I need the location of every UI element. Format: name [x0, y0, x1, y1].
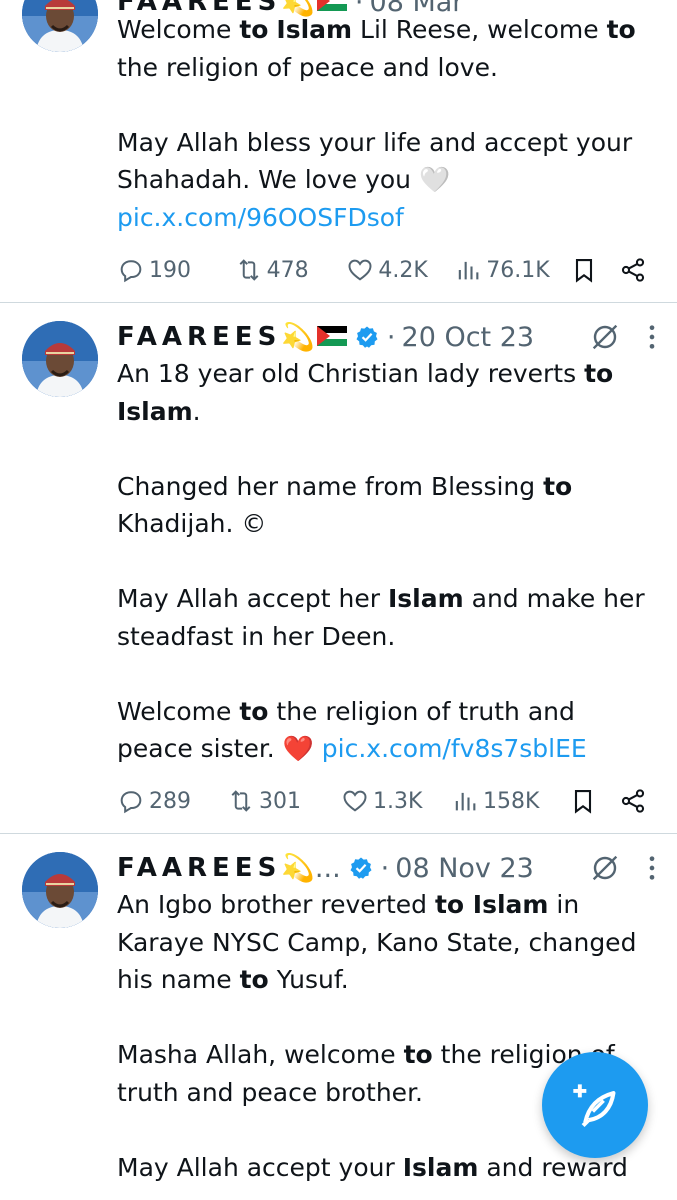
- highlighted-keyword: to: [239, 965, 269, 994]
- media-link[interactable]: pic.x.com/96OOSFDsof: [117, 203, 404, 232]
- compose-post-icon: [573, 1084, 616, 1128]
- repost-icon: [239, 259, 259, 281]
- compose-post-button[interactable]: [542, 1052, 648, 1158]
- tweet-paragraph: May Allah accept your Islam and reward: [117, 1149, 649, 1187]
- like-button[interactable]: 4.2K: [346, 256, 454, 284]
- tweet-header: FAAREES 💫... · 08 Nov 23: [117, 848, 657, 888]
- views-button[interactable]: 76.1K: [454, 256, 570, 284]
- highlighted-keyword: Islam: [402, 1152, 479, 1182]
- text-segment: An 18 year old Christian lady reverts: [117, 359, 585, 388]
- reply-icon: [120, 791, 142, 814]
- tweet-1[interactable]: FAAREES 💫 · 08 Mar Welcome to Islam Lil …: [0, 0, 677, 302]
- share-button[interactable]: [619, 787, 647, 815]
- highlighted-keyword: to: [239, 15, 269, 44]
- highlighted-keyword: to Islam: [434, 890, 549, 919]
- author-emoji: 💫...: [281, 853, 341, 884]
- text-segment: May Allah bless your life and accept you…: [117, 127, 633, 195]
- tweet-paragraph: An Igbo brother reverted to Islam in Kar…: [117, 886, 649, 999]
- highlighted-keyword: to: [403, 1040, 433, 1069]
- more-vertical-icon[interactable]: [647, 323, 657, 351]
- more-vertical-icon[interactable]: [647, 854, 657, 882]
- header-separator: ·: [386, 321, 396, 353]
- tweet-text[interactable]: An 18 year old Christian lady reverts to…: [117, 355, 649, 768]
- palestine-flag-icon: [316, 322, 347, 353]
- avatar[interactable]: [22, 321, 98, 397]
- tweet-actions: 289 301 1.3K 158K: [117, 781, 647, 821]
- views-chart-icon: [455, 792, 476, 811]
- heart-icon: [348, 259, 372, 281]
- bookmark-icon: [574, 790, 592, 814]
- bookmark-icon: [575, 259, 593, 283]
- verified-badge-icon: [356, 326, 378, 348]
- highlighted-keyword: to: [543, 471, 573, 501]
- tweet-paragraph: An 18 year old Christian lady reverts to…: [117, 355, 649, 430]
- bookmark-button[interactable]: [569, 787, 619, 815]
- like-count: 1.3K: [373, 788, 423, 814]
- text-segment: May Allah accept your: [117, 1152, 403, 1182]
- text-segment: Welcome: [117, 696, 240, 726]
- author-name[interactable]: FAAREES: [117, 322, 281, 352]
- reply-count: 190: [149, 257, 191, 283]
- share-icon: [621, 789, 645, 813]
- text-segment: An Igbo brother reverted: [117, 890, 435, 919]
- verified-badge-icon: [350, 857, 372, 879]
- post-date[interactable]: 08 Nov 23: [395, 853, 534, 884]
- text-segment: Yusuf.: [268, 965, 349, 994]
- reply-button[interactable]: 190: [117, 256, 235, 284]
- tweet-paragraph: Changed her name from Blessing to Khadij…: [117, 468, 649, 543]
- grok-icon[interactable]: [589, 321, 621, 353]
- highlighted-keyword: Islam: [388, 584, 464, 613]
- tweet-paragraph: Welcome to Islam Lil Reese, welcome to t…: [117, 11, 649, 86]
- repost-count: 478: [266, 257, 309, 283]
- repost-count: 301: [259, 788, 301, 814]
- author-name[interactable]: FAAREES: [117, 853, 281, 883]
- reply-icon: [120, 260, 142, 283]
- views-count: 76.1K: [486, 257, 550, 283]
- highlighted-keyword: Islam: [117, 396, 193, 426]
- grok-icon[interactable]: [589, 852, 621, 884]
- reply-button[interactable]: 289: [117, 787, 227, 815]
- tweet-paragraph: Welcome to the religion of truth and pea…: [117, 693, 649, 768]
- reply-count: 289: [149, 788, 191, 814]
- media-link[interactable]: pic.x.com/fv8s7sblEE: [322, 734, 587, 763]
- like-button[interactable]: 1.3K: [341, 787, 451, 815]
- text-segment: .: [192, 396, 201, 426]
- share-icon: [621, 258, 645, 282]
- text-segment: Changed her name from Blessing: [117, 471, 544, 501]
- repost-icon: [231, 790, 251, 812]
- text-segment: Lil Reese, welcome: [352, 15, 607, 44]
- highlighted-keyword: to: [584, 359, 614, 388]
- views-button[interactable]: 158K: [451, 787, 569, 815]
- post-date[interactable]: 20 Oct 23: [402, 322, 535, 353]
- text-segment: Welcome: [117, 15, 240, 44]
- like-count: 4.2K: [378, 257, 428, 283]
- highlighted-keyword: to: [606, 15, 636, 44]
- repost-button[interactable]: 301: [227, 787, 341, 815]
- author-emoji: 💫: [281, 322, 315, 353]
- views-count: 158K: [483, 788, 540, 814]
- highlighted-keyword: to: [239, 696, 269, 726]
- tweet-header: FAAREES 💫 · 20 Oct 23: [117, 317, 657, 357]
- avatar[interactable]: [22, 852, 98, 928]
- tweet-2[interactable]: FAAREES 💫 · 20 Oct 23 An 18 year old Chr…: [0, 303, 677, 833]
- avatar[interactable]: [22, 0, 98, 52]
- tweet-actions: 190 478 4.2K 76.1K: [117, 250, 647, 290]
- tweet-paragraph: May Allah bless your life and accept you…: [117, 124, 649, 237]
- highlighted-keyword: Islam: [276, 15, 353, 44]
- share-button[interactable]: [619, 256, 647, 284]
- tweet-paragraph: May Allah accept her Islam and make her …: [117, 580, 649, 655]
- text-segment: Khadijah. ©: [117, 509, 267, 538]
- header-separator: ·: [380, 852, 390, 884]
- text-segment: May Allah accept her: [117, 584, 388, 613]
- views-chart-icon: [459, 261, 479, 280]
- text-segment: Masha Allah, welcome: [117, 1040, 404, 1069]
- bookmark-button[interactable]: [570, 256, 619, 284]
- tweet-text[interactable]: Welcome to Islam Lil Reese, welcome to t…: [117, 11, 649, 236]
- heart-icon: [343, 790, 367, 812]
- text-segment: the religion of peace and love.: [117, 52, 498, 82]
- repost-button[interactable]: 478: [235, 256, 347, 284]
